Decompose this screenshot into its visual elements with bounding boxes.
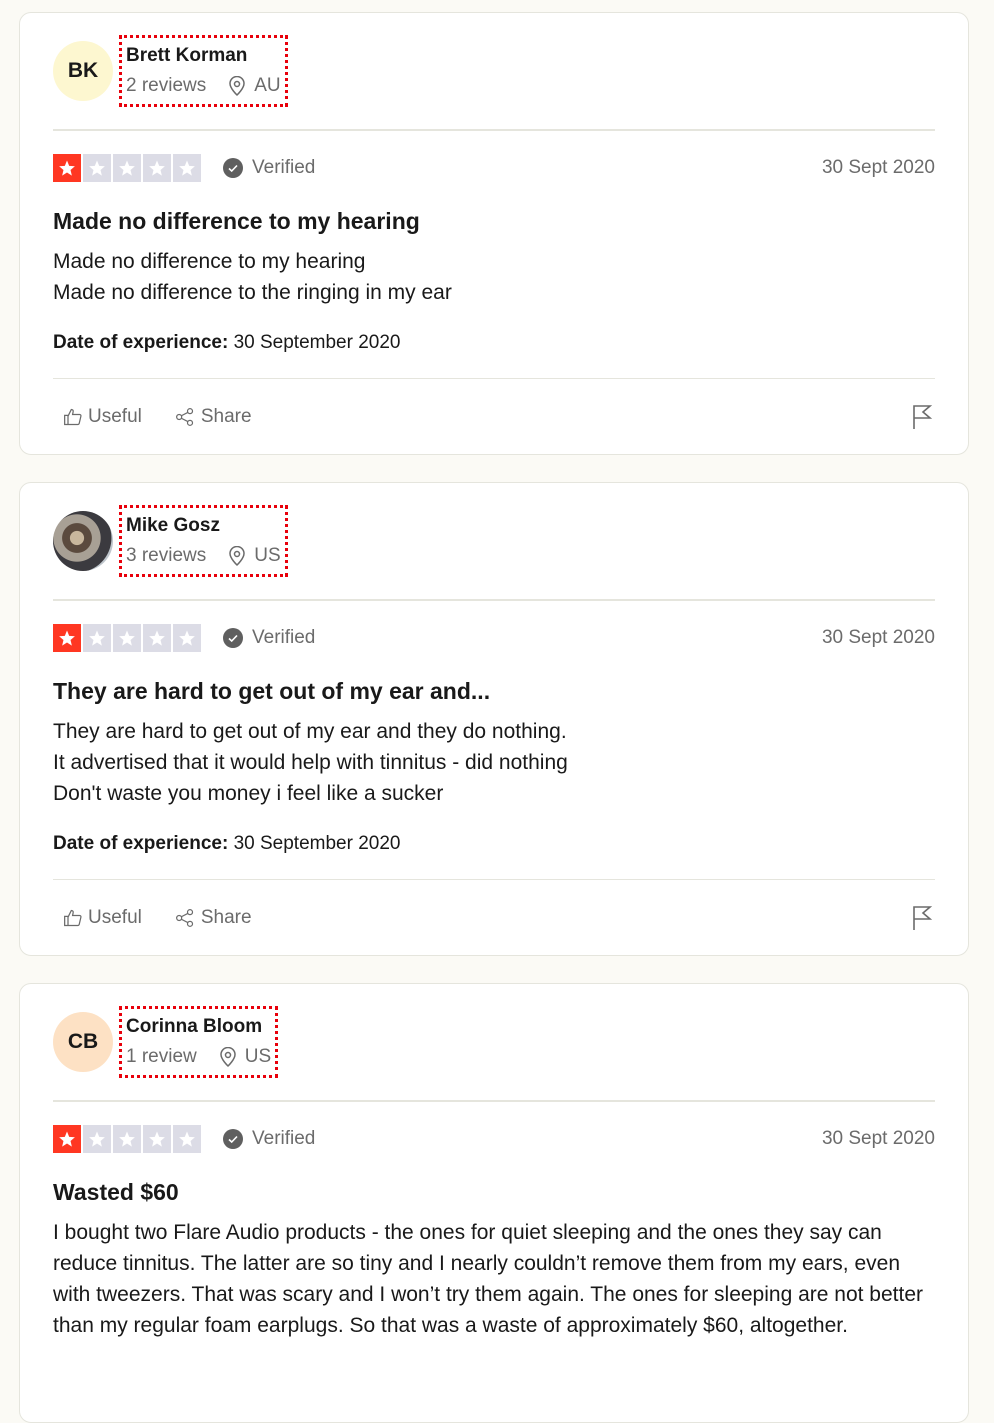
thumbs-up-icon xyxy=(64,909,82,926)
check-circle-icon xyxy=(223,1129,243,1149)
review-body-line: It advertised that it would help with ti… xyxy=(53,751,568,774)
star-rating xyxy=(53,154,201,182)
review-count: 2 reviews xyxy=(126,75,207,96)
reviewer-name[interactable]: Brett Korman xyxy=(126,41,281,71)
reviewer-header: Mike Gosz 3 reviews US xyxy=(53,483,935,601)
location-pin-icon xyxy=(229,76,246,96)
star-icon xyxy=(83,154,111,182)
reviewer-name[interactable]: Corinna Bloom xyxy=(126,1012,271,1042)
review-date: 30 Sept 2020 xyxy=(821,627,935,648)
review-body: I bought two Flare Audio products - the … xyxy=(53,1217,935,1341)
date-of-experience: Date of experience: 30 September 2020 xyxy=(53,829,935,859)
star-icon xyxy=(53,154,81,182)
reviewer-name[interactable]: Mike Gosz xyxy=(126,511,281,541)
useful-button[interactable]: Useful xyxy=(63,907,142,929)
reviewer-country: US xyxy=(254,545,281,566)
avatar[interactable]: BK xyxy=(53,41,113,101)
star-icon xyxy=(113,1125,141,1153)
review-body-line: I bought two Flare Audio products - the … xyxy=(53,1221,924,1337)
location-pin-icon xyxy=(229,546,246,566)
review-actions: Useful Share xyxy=(53,378,935,454)
verified-badge[interactable]: Verified xyxy=(223,627,315,649)
review-card: Mike Gosz 3 reviews US Verified 30 Sept … xyxy=(19,482,969,956)
reviewer-header: BK Brett Korman 2 reviews AU xyxy=(53,13,935,131)
date-of-experience-value: 30 September 2020 xyxy=(233,332,401,353)
verified-badge[interactable]: Verified xyxy=(223,1128,315,1150)
verified-label: Verified xyxy=(252,627,316,648)
date-of-experience: Date of experience: 30 September 2020 xyxy=(53,328,935,358)
review-date: 30 Sept 2020 xyxy=(821,1128,935,1149)
review-body-line: Made no difference to my hearing xyxy=(53,250,366,273)
share-button[interactable]: Share xyxy=(174,907,252,929)
avatar[interactable]: CB xyxy=(53,1012,113,1072)
thumbs-up-icon xyxy=(64,408,82,425)
date-of-experience-label: Date of experience: xyxy=(53,833,229,854)
flag-icon[interactable] xyxy=(911,905,933,931)
star-icon xyxy=(143,1125,171,1153)
share-button[interactable]: Share xyxy=(174,406,252,428)
review-date: 30 Sept 2020 xyxy=(821,157,935,178)
review-body-line: Don't waste you money i feel like a suck… xyxy=(53,782,444,805)
review-count: 1 review xyxy=(126,1046,197,1067)
star-icon xyxy=(143,624,171,652)
check-circle-icon xyxy=(223,158,243,178)
review-title[interactable]: Made no difference to my hearing xyxy=(53,205,935,237)
avatar[interactable] xyxy=(53,511,113,571)
star-icon xyxy=(113,154,141,182)
star-icon xyxy=(83,1125,111,1153)
share-label: Share xyxy=(200,906,252,928)
share-label: Share xyxy=(200,405,252,427)
review-body: Made no difference to my hearing Made no … xyxy=(53,246,935,308)
star-icon xyxy=(83,624,111,652)
useful-button[interactable]: Useful xyxy=(63,406,142,428)
star-icon xyxy=(173,154,201,182)
location-pin-icon xyxy=(219,1047,236,1067)
star-icon xyxy=(173,624,201,652)
review-title[interactable]: They are hard to get out of my ear and..… xyxy=(53,675,935,707)
star-icon xyxy=(53,624,81,652)
reviewer-info[interactable]: Mike Gosz 3 reviews US xyxy=(119,505,288,577)
date-of-experience-value: 30 September 2020 xyxy=(233,833,401,854)
review-actions: Useful Share xyxy=(53,879,935,955)
reviewer-header: CB Corinna Bloom 1 review US xyxy=(53,984,935,1102)
star-icon xyxy=(53,1125,81,1153)
share-icon xyxy=(175,908,193,927)
star-icon xyxy=(173,1125,201,1153)
review-card: BK Brett Korman 2 reviews AU Verified 30… xyxy=(19,12,969,455)
check-circle-icon xyxy=(223,628,243,648)
reviewer-info[interactable]: Brett Korman 2 reviews AU xyxy=(119,35,288,107)
useful-label: Useful xyxy=(88,405,142,427)
star-icon xyxy=(113,624,141,652)
reviewer-country: US xyxy=(244,1046,272,1067)
star-rating xyxy=(53,624,201,652)
reviewer-info[interactable]: Corinna Bloom 1 review US xyxy=(119,1006,279,1078)
useful-label: Useful xyxy=(88,906,142,928)
star-rating xyxy=(53,1125,201,1153)
verified-badge[interactable]: Verified xyxy=(223,157,315,179)
review-body-line: They are hard to get out of my ear and t… xyxy=(53,720,567,743)
review-body-line: Made no difference to the ringing in my … xyxy=(53,281,452,304)
share-icon xyxy=(175,407,193,426)
review-card: CB Corinna Bloom 1 review US Verified 30… xyxy=(19,983,969,1423)
review-count: 3 reviews xyxy=(126,545,207,566)
flag-icon[interactable] xyxy=(911,404,933,430)
verified-label: Verified xyxy=(252,1128,316,1149)
verified-label: Verified xyxy=(252,157,316,178)
reviewer-country: AU xyxy=(254,75,281,96)
date-of-experience-label: Date of experience: xyxy=(53,332,229,353)
star-icon xyxy=(143,154,171,182)
review-title[interactable]: Wasted $60 xyxy=(53,1176,935,1208)
review-body: They are hard to get out of my ear and t… xyxy=(53,716,935,809)
